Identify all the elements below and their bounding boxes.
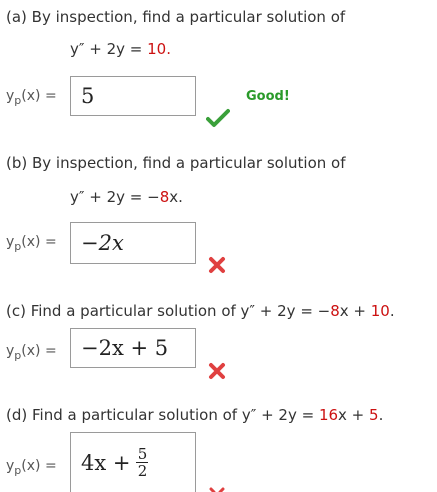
part-a-answer-input[interactable]: 5 — [70, 76, 196, 116]
part-c-prompt: (c) Find a particular solution of y″ + 2… — [6, 302, 395, 320]
part-a-answer-value: 5 — [81, 84, 95, 108]
part-c-answer-input[interactable]: −2x + 5 — [70, 328, 196, 368]
check-icon — [206, 109, 230, 127]
part-c-answer-label: yp(x) = — [6, 343, 57, 362]
part-b-equation: y″ + 2y = −8x. — [70, 188, 183, 206]
fraction-numerator: 5 — [137, 445, 148, 463]
part-b-answer-value: −2x — [81, 231, 124, 255]
part-d-answer-fraction: 5 2 — [136, 445, 149, 480]
part-b-prompt: (b) By inspection, find a particular sol… — [6, 154, 346, 172]
part-c-answer-value: −2x + 5 — [81, 336, 169, 360]
part-d-answer-value: 4x + — [81, 450, 131, 475]
part-a-feedback: Good! — [246, 89, 290, 104]
cross-icon — [209, 363, 225, 379]
cross-icon — [209, 257, 225, 273]
part-b-answer-input[interactable]: −2x — [70, 222, 196, 264]
part-a-answer-label: yp(x) = — [6, 88, 57, 107]
part-a-equation: y″ + 2y = 10. — [70, 40, 171, 58]
part-d-prompt: (d) Find a particular solution of y″ + 2… — [6, 406, 384, 424]
cross-icon — [209, 487, 225, 492]
part-b-answer-label: yp(x) = — [6, 234, 57, 253]
part-a-prompt: (a) By inspection, find a particular sol… — [6, 8, 346, 26]
part-d-answer-input[interactable]: 4x + 5 2 — [70, 432, 196, 492]
fraction-denominator: 2 — [137, 462, 148, 480]
part-d-answer-label: yp(x) = — [6, 458, 57, 477]
